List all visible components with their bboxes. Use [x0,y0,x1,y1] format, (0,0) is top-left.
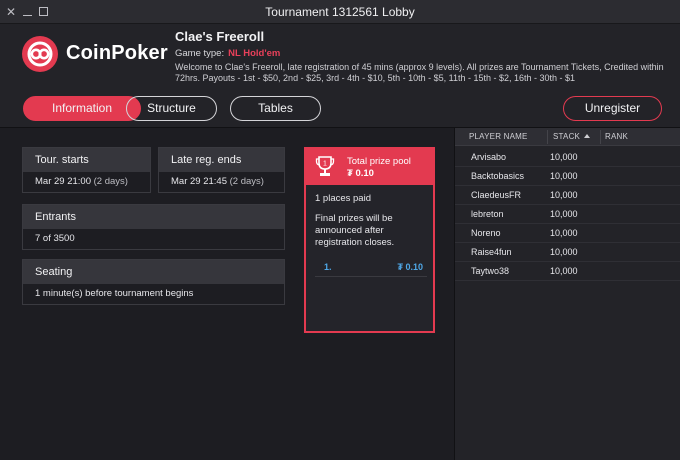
player-stack: 10,000 [550,266,578,276]
late-reg-card: Late reg. ends Mar 29 21:45 (2 days) [158,147,285,193]
player-name: Taytwo38 [471,266,510,276]
places-paid: 1 places paid [315,193,371,204]
prize-pool-header: 1 Total prize pool ₮ 0.10 [306,149,433,185]
tour-starts-card: Tour. starts Mar 29 21:00 (2 days) [22,147,151,193]
entrants-label: Entrants [23,205,284,229]
late-reg-note: (2 days) [229,176,264,187]
column-player-name[interactable]: PLAYER NAME [469,132,528,141]
late-reg-value: Mar 29 21:45 (2 days) [159,172,284,192]
late-reg-label: Late reg. ends [159,148,284,172]
tab-structure[interactable]: Structure [126,96,217,121]
game-type-value: NL Hold'em [228,48,281,59]
final-prizes-note: Final prizes will be announced after reg… [315,213,395,248]
table-row[interactable]: Arvisabo 10,000 [455,148,680,167]
player-stack: 10,000 [550,190,578,200]
players-panel: PLAYER NAME STACK RANK Arvisabo 10,000 Bac… [454,128,680,460]
player-stack: 10,000 [550,228,578,238]
column-divider [600,130,601,144]
tour-starts-date: Mar 29 21:00 [35,176,91,187]
tournament-description: Welcome to Clae's Freeroll, late registr… [175,62,664,83]
table-row[interactable]: Raise4fun 10,000 [455,243,680,262]
seating-value: 1 minute(s) before tournament begins [35,288,194,299]
entrants-value: 7 of 3500 [35,233,75,244]
tab-tables[interactable]: Tables [230,96,321,121]
seating-label: Seating [23,260,284,284]
coinpoker-logo: CoinPoker [22,36,168,72]
player-name: Arvisabo [471,152,507,162]
coinpoker-logo-icon [22,36,58,72]
title-bar: ✕ Tournament 1312561 Lobby [0,0,680,24]
prize-pool-title: Total prize pool [347,156,411,167]
player-stack: 10,000 [550,171,578,181]
player-name: Raise4fun [471,247,512,257]
window-title: Tournament 1312561 Lobby [265,5,415,19]
prize-pool-value: ₮ 0.10 [347,168,374,179]
unregister-button[interactable]: Unregister [563,96,662,121]
player-name: Noreno [471,228,501,238]
trophy-icon: 1 [315,155,335,179]
tab-information[interactable]: Information [23,96,141,121]
prize-row: 1. ₮ 0.10 [315,259,427,277]
prize-pool-card: 1 Total prize pool ₮ 0.10 1 places paid … [304,147,435,333]
tour-starts-note: (2 days) [93,176,128,187]
prize-rank: 1. [324,262,332,272]
table-row[interactable]: lebreton 10,000 [455,205,680,224]
seating-card: Seating 1 minute(s) before tournament be… [22,259,285,305]
player-stack: 10,000 [550,152,578,162]
player-name: Backtobasics [471,171,525,181]
sort-ascending-icon [584,134,591,138]
table-row[interactable]: Backtobasics 10,000 [455,167,680,186]
game-type-label: Game type: [175,48,225,59]
table-row[interactable]: ClaedeusFR 10,000 [455,186,680,205]
column-stack-label: STACK [553,132,581,141]
player-stack: 10,000 [550,209,578,219]
player-stack: 10,000 [550,247,578,257]
tournament-name: Clae's Freeroll [175,29,265,44]
game-type: Game type: NL Hold'em [175,48,280,59]
tab-bar: Information Structure Tables Unregister [0,90,680,128]
tour-starts-value: Mar 29 21:00 (2 days) [23,172,150,192]
table-row[interactable]: Taytwo38 10,000 [455,262,680,281]
lobby-header: CoinPoker Clae's Freeroll Game type: NL H… [0,24,680,90]
late-reg-date: Mar 29 21:45 [171,176,227,187]
entrants-card: Entrants 7 of 3500 [22,204,285,250]
table-row[interactable]: Noreno 10,000 [455,224,680,243]
player-name: ClaedeusFR [471,190,522,200]
column-divider [547,130,548,144]
prize-amount: ₮ 0.10 [397,262,423,272]
players-table-header: PLAYER NAME STACK RANK [455,128,680,146]
tour-starts-label: Tour. starts [23,148,150,172]
svg-text:1: 1 [323,161,327,168]
player-name: lebreton [471,209,504,219]
column-rank[interactable]: RANK [605,132,628,141]
logo-wordmark: CoinPoker [66,42,168,64]
information-panel: Tour. starts Mar 29 21:00 (2 days) Late … [0,128,454,460]
column-stack[interactable]: STACK [553,132,591,141]
